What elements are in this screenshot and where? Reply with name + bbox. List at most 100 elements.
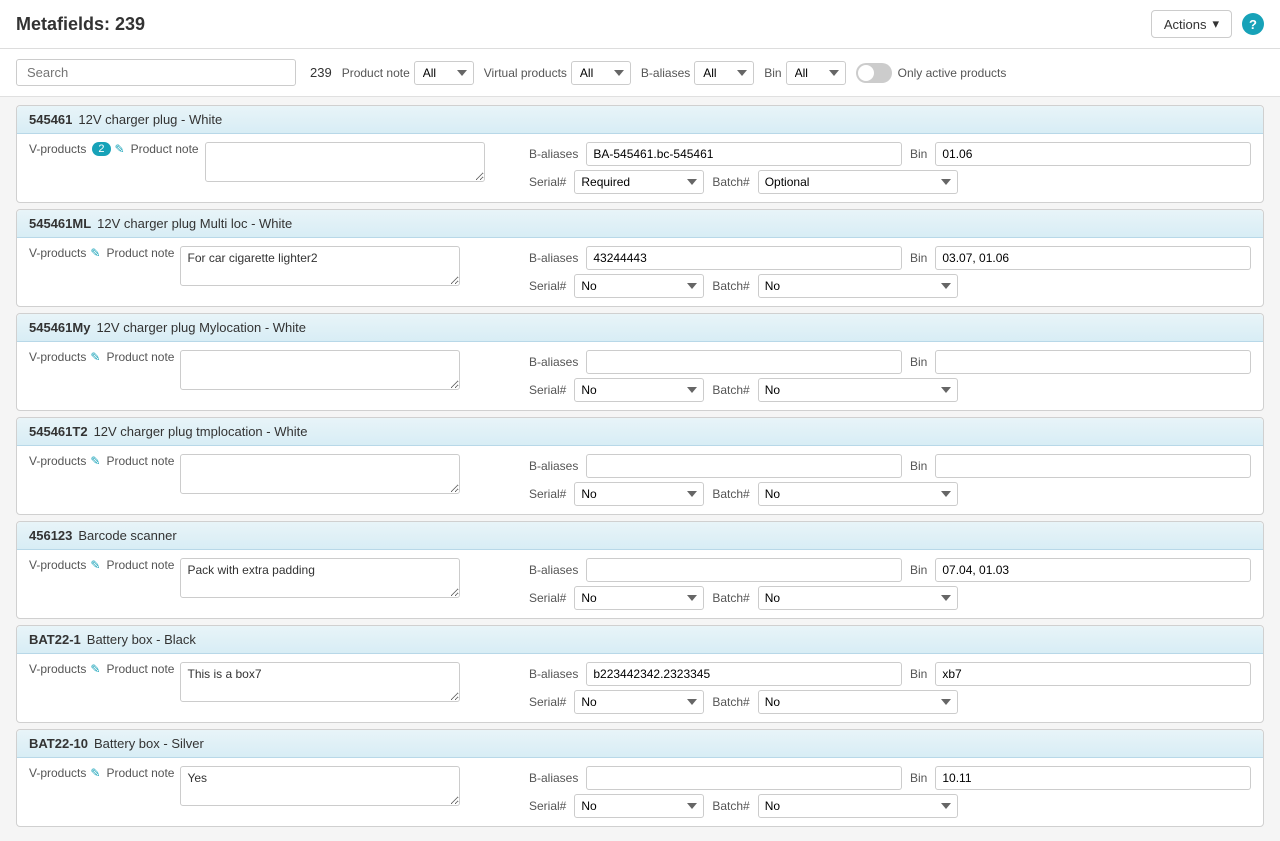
virtual-products-filter: Virtual products All	[484, 61, 631, 85]
header-actions: Actions ▾ ?	[1151, 10, 1264, 38]
product-note-textarea[interactable]: Yes	[180, 766, 460, 806]
serial-label: Serial#	[529, 799, 566, 813]
bin-input[interactable]	[935, 766, 1251, 790]
product-name: 12V charger plug Multi loc - White	[97, 216, 292, 231]
b-aliases-label: B-aliases	[529, 771, 578, 785]
serial-select[interactable]: NoRequiredOptional	[574, 482, 704, 506]
b-aliases-input[interactable]	[586, 350, 902, 374]
batch-label: Batch#	[712, 487, 749, 501]
edit-icon[interactable]: ✎	[90, 454, 100, 468]
serial-select[interactable]: NoRequiredOptional	[574, 690, 704, 714]
bin-input[interactable]	[935, 454, 1251, 478]
product-header[interactable]: 456123 Barcode scanner	[17, 522, 1263, 550]
b-aliases-label: B-aliases	[529, 667, 578, 681]
bin-input[interactable]	[935, 662, 1251, 686]
edit-icon[interactable]: ✎	[90, 558, 100, 572]
batch-select[interactable]: NoRequiredOptional	[758, 586, 958, 610]
b-aliases-input[interactable]	[586, 246, 902, 270]
serial-batch-row: Serial# NoRequiredOptional Batch# NoRequ…	[529, 274, 1251, 298]
right-section: B-aliases Bin Serial# NoRequiredOptional…	[529, 246, 1251, 298]
v-products-label: V-products2 ✎	[29, 142, 125, 156]
product-note-textarea[interactable]: Pack with extra padding	[180, 558, 460, 598]
serial-select[interactable]: NoRequiredOptional	[574, 378, 704, 402]
edit-icon[interactable]: ✎	[90, 766, 100, 780]
actions-button[interactable]: Actions ▾	[1151, 10, 1232, 38]
virtual-products-select[interactable]: All	[571, 61, 631, 85]
product-note-textarea[interactable]: This is a box7	[180, 662, 460, 702]
edit-icon[interactable]: ✎	[90, 350, 100, 364]
active-products-label: Only active products	[898, 66, 1007, 80]
product-section: 545461ML12V charger plug Multi loc - Whi…	[16, 209, 1264, 307]
v-products-badge: 2	[92, 142, 110, 156]
product-note-label: Product note	[106, 662, 174, 676]
serial-batch-row: Serial# NoRequiredOptional Batch# NoRequ…	[529, 378, 1251, 402]
edit-icon[interactable]: ✎	[90, 662, 100, 676]
active-products-toggle-container: Only active products	[856, 63, 1007, 83]
product-list: 54546112V charger plug - White V-products…	[0, 97, 1280, 841]
product-id: 456123	[29, 528, 72, 543]
edit-icon[interactable]: ✎	[90, 246, 100, 260]
b-aliases-input[interactable]	[586, 662, 902, 686]
bin-input[interactable]	[935, 350, 1251, 374]
right-section: B-aliases Bin Serial# NoRequiredOptional…	[529, 766, 1251, 818]
product-header[interactable]: 545461T212V charger plug tmplocation - W…	[17, 418, 1263, 446]
edit-icon[interactable]: ✎	[115, 142, 125, 156]
product-section: 545461T212V charger plug tmplocation - W…	[16, 417, 1264, 515]
b-aliases-input[interactable]	[586, 766, 902, 790]
batch-label: Batch#	[712, 591, 749, 605]
batch-select[interactable]: NoRequiredOptional	[758, 794, 958, 818]
aliases-bin-row: B-aliases Bin	[529, 246, 1251, 270]
active-products-toggle[interactable]	[856, 63, 892, 83]
help-icon[interactable]: ?	[1242, 13, 1264, 35]
v-products-label: V-products ✎	[29, 454, 100, 468]
serial-label: Serial#	[529, 695, 566, 709]
product-row: V-products ✎Product noteYes B-aliases Bi…	[29, 766, 1251, 818]
product-note-textarea[interactable]	[180, 454, 460, 494]
b-aliases-label: B-aliases	[529, 251, 578, 265]
product-note-label: Product note	[106, 246, 174, 260]
left-wrap: V-products ✎Product noteFor car cigarett…	[29, 246, 509, 286]
product-id: 545461My	[29, 320, 90, 335]
batch-select[interactable]: NoRequiredOptional	[758, 170, 958, 194]
product-header[interactable]: 545461ML12V charger plug Multi loc - Whi…	[17, 210, 1263, 238]
product-note-select[interactable]: All	[414, 61, 474, 85]
search-input[interactable]	[16, 59, 296, 86]
serial-select[interactable]: NoRequiredOptional	[574, 794, 704, 818]
bin-filter-label: Bin	[764, 66, 781, 80]
bin-select[interactable]: All	[786, 61, 846, 85]
bin-input[interactable]	[935, 246, 1251, 270]
product-header[interactable]: 54546112V charger plug - White	[17, 106, 1263, 134]
batch-select[interactable]: NoRequiredOptional	[758, 690, 958, 714]
product-section: 545461My12V charger plug Mylocation - Wh…	[16, 313, 1264, 411]
product-header[interactable]: BAT22-10Battery box - Silver	[17, 730, 1263, 758]
batch-select[interactable]: NoRequiredOptional	[758, 378, 958, 402]
b-aliases-input[interactable]	[586, 558, 902, 582]
product-header[interactable]: BAT22-1Battery box - Black	[17, 626, 1263, 654]
b-aliases-input[interactable]	[586, 454, 902, 478]
bin-input[interactable]	[935, 142, 1251, 166]
batch-select[interactable]: NoRequiredOptional	[758, 482, 958, 506]
b-aliases-select[interactable]: All	[694, 61, 754, 85]
left-wrap: V-products ✎ Product note This is a box7	[29, 662, 509, 702]
product-name: Barcode scanner	[78, 528, 176, 543]
v-products-text: V-products	[29, 662, 86, 676]
page-header: Metafields: 239 Actions ▾ ?	[0, 0, 1280, 49]
product-note-textarea[interactable]: For car cigarette lighter2	[180, 246, 460, 286]
product-note-label: Product note	[131, 142, 199, 156]
product-body: V-products ✎ Product note This is a box7 B…	[17, 654, 1263, 722]
b-aliases-input[interactable]	[586, 142, 902, 166]
product-body: V-products ✎Product noteYes B-aliases Bi…	[17, 758, 1263, 826]
product-name: Battery box - Black	[87, 632, 196, 647]
product-note-textarea[interactable]	[180, 350, 460, 390]
v-products-label: V-products ✎	[29, 766, 100, 780]
bin-input[interactable]	[935, 558, 1251, 582]
product-header[interactable]: 545461My12V charger plug Mylocation - Wh…	[17, 314, 1263, 342]
product-note-textarea[interactable]	[205, 142, 485, 182]
serial-select[interactable]: NoRequiredOptional	[574, 586, 704, 610]
serial-select[interactable]: NoRequiredOptional	[574, 170, 704, 194]
bin-label: Bin	[910, 251, 927, 265]
batch-select[interactable]: NoRequiredOptional	[758, 274, 958, 298]
serial-select[interactable]: NoRequiredOptional	[574, 274, 704, 298]
product-section: BAT22-10Battery box - Silver V-products ✎…	[16, 729, 1264, 827]
product-note-filter: Product note All	[342, 61, 474, 85]
